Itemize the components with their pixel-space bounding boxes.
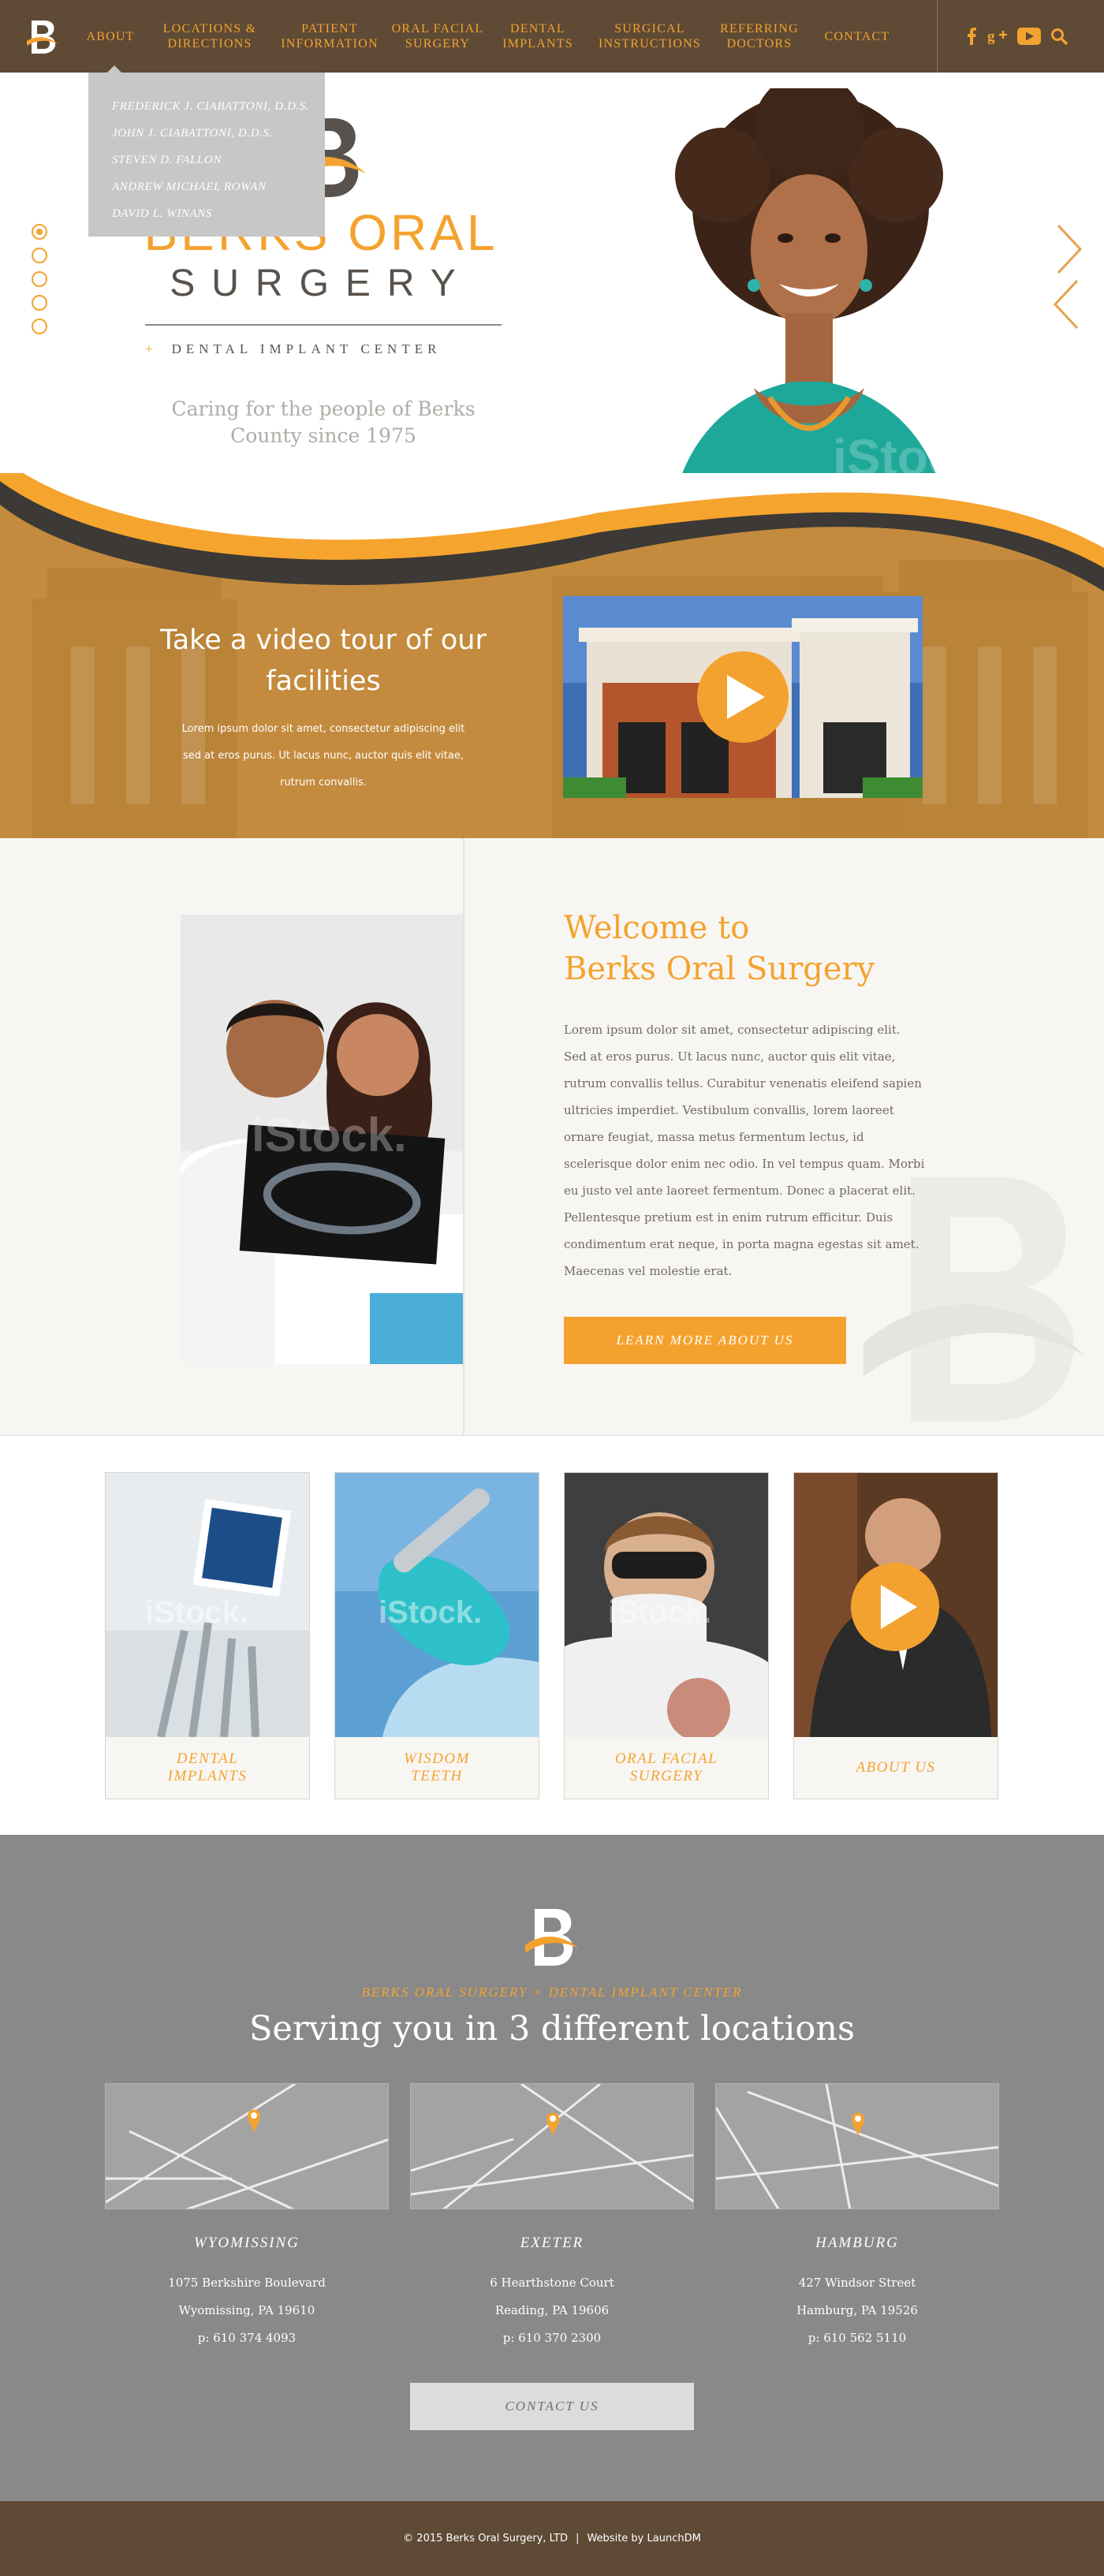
dental-implants-image: iStock.	[106, 1473, 309, 1737]
nav-item-referring-doctors[interactable]: REFERRING DOCTORS	[716, 0, 803, 73]
svg-text:iStock.: iStock.	[608, 1595, 711, 1630]
slider-dot[interactable]	[32, 248, 47, 263]
dropdown-item[interactable]: DAVID L. WINANS	[112, 200, 325, 227]
welcome-photo: iStock.	[181, 915, 463, 1364]
nav-item-surgical-instructions[interactable]: SURGICAL INSTRUCTIONS	[595, 0, 705, 73]
slider-dot[interactable]	[32, 224, 47, 240]
footer-credit-link[interactable]: Website by LaunchDM	[587, 2533, 700, 2544]
welcome-body: Lorem ipsum dolor sit amet, consectetur …	[564, 1023, 925, 1278]
service-label: DENTAL IMPLANTS	[167, 1750, 248, 1784]
tour-description: Lorem ipsum dolor sit amet, consectetur …	[181, 723, 465, 788]
location-name: WYOMISSING	[194, 2235, 300, 2251]
brand-subtitle: + DENTAL IMPLANT CENTER	[145, 341, 502, 358]
wisdom-teeth-image: iStock.	[335, 1473, 539, 1737]
tour-title: Take a video tour of our facilities	[160, 624, 487, 697]
svg-text:iStock.: iStock.	[379, 1595, 482, 1630]
service-card-oral-facial-surgery[interactable]: iStock. ORAL FACIAL SURGERY	[564, 1472, 769, 1799]
service-card-wisdom-teeth[interactable]: iStock. WISDOM TEETH	[334, 1472, 539, 1799]
welcome-title: Welcome to Berks Oral Surgery	[564, 908, 875, 990]
footer: © 2015 Berks Oral Surgery, LTD | Website…	[0, 2501, 1104, 2576]
services-section: iStock. DENTAL IMPLANTS iStock. WISDOM T…	[0, 1437, 1104, 1835]
location-address: 6 Hearthstone Court	[490, 2276, 614, 2290]
svg-text:iStock.: iStock.	[145, 1595, 248, 1630]
tour-video-thumbnail[interactable]	[563, 596, 923, 798]
location-phone[interactable]: p: 610 374 4093	[105, 2324, 389, 2352]
location-city: Hamburg, PA 19526	[796, 2303, 918, 2317]
footer-copyright: © 2015 Berks Oral Surgery, LTD	[403, 2533, 569, 2544]
brand-name-line2: SURGERY	[170, 263, 472, 304]
nav-item-patient-information[interactable]: PATIENT INFORMATION	[274, 0, 385, 73]
location-exeter: EXETER 6 Hearthstone Court Reading, PA 1…	[410, 2083, 694, 2352]
map-hamburg[interactable]	[715, 2083, 999, 2209]
location-name: HAMBURG	[815, 2235, 899, 2251]
nav-item-oral-facial-surgery[interactable]: ORAL FACIAL SURGERY	[386, 0, 489, 73]
slider-dot[interactable]	[32, 271, 47, 287]
location-name: EXETER	[520, 2235, 584, 2251]
welcome-divider	[463, 838, 464, 1435]
location-city: Reading, PA 19606	[494, 2303, 610, 2317]
location-address: 427 Windsor Street	[798, 2276, 916, 2290]
location-wyomissing: WYOMISSING 1075 Berkshire Boulevard Wyom…	[105, 2083, 389, 2352]
youtube-icon[interactable]	[1016, 24, 1042, 49]
slider-dot[interactable]	[32, 295, 47, 311]
location-hamburg: HAMBURG 427 Windsor Street Hamburg, PA 1…	[715, 2083, 999, 2352]
learn-more-button[interactable]: LEARN MORE ABOUT US	[564, 1317, 846, 1364]
locations-kicker: BERKS ORAL SURGERY + DENTAL IMPLANT CENT…	[361, 1985, 743, 2000]
oral-facial-surgery-image: iStock.	[565, 1473, 768, 1737]
dropdown-item[interactable]: ANDREW MICHAEL ROWAN	[112, 173, 325, 200]
about-us-video-image	[794, 1473, 998, 1737]
location-phone[interactable]: p: 610 370 2300	[410, 2324, 694, 2352]
welcome-title-line1: Welcome to	[564, 910, 750, 946]
locations-logo-icon	[525, 1909, 579, 1966]
top-nav: ABOUT LOCATIONS & DIRECTIONS PATIENT INF…	[0, 0, 1104, 73]
service-label: WISDOM TEETH	[404, 1750, 470, 1784]
locations-section: BERKS ORAL SURGERY + DENTAL IMPLANT CENT…	[0, 1835, 1104, 2501]
svg-text:g: g	[987, 28, 995, 45]
dropdown-item[interactable]: JOHN J. CIABATTONI, D.D.S.	[112, 120, 325, 147]
brand-rule	[145, 324, 502, 326]
svg-text:iStock.: iStock.	[252, 1109, 407, 1161]
locations-heading: Serving you in 3 different locations	[248, 2009, 856, 2048]
next-arrow-icon[interactable]	[1054, 224, 1085, 274]
nav-item-about[interactable]: ABOUT	[85, 0, 136, 73]
hero-tagline: Caring for the people of Berks County si…	[171, 397, 476, 447]
slider-dot[interactable]	[32, 319, 47, 334]
nav-item-dental-implants[interactable]: DENTAL IMPLANTS	[498, 0, 577, 73]
location-address: 1075 Berkshire Boulevard	[168, 2276, 326, 2290]
welcome-section: iStock. Welcome to Berks Oral Surgery Lo…	[0, 838, 1104, 1436]
service-label: ORAL FACIAL SURGERY	[614, 1750, 718, 1784]
service-card-about-us[interactable]: ABOUT US	[793, 1472, 998, 1799]
prev-arrow-icon[interactable]	[1050, 279, 1082, 330]
brand-subtitle-text: DENTAL IMPLANT CENTER	[171, 341, 442, 356]
nav-divider	[937, 0, 938, 73]
video-tour-section: Take a video tour of our facilities Lore…	[0, 473, 1104, 838]
about-dropdown: FREDERICK J. CIABATTONI, D.D.S. JOHN J. …	[88, 65, 325, 237]
location-phone[interactable]: p: 610 562 5110	[715, 2324, 999, 2352]
nav-item-locations[interactable]: LOCATIONS & DIRECTIONS	[155, 0, 265, 73]
map-exeter[interactable]	[410, 2083, 694, 2209]
brand-plus: +	[145, 341, 158, 356]
location-city: Wyomissing, PA 19610	[178, 2303, 315, 2317]
logo[interactable]	[25, 17, 60, 55]
nav-item-contact[interactable]: CONTACT	[822, 0, 893, 73]
footer-separator: |	[576, 2533, 580, 2544]
search-icon[interactable]	[1049, 24, 1069, 49]
facebook-icon[interactable]	[964, 24, 979, 49]
map-wyomissing[interactable]	[105, 2083, 389, 2209]
dropdown-item[interactable]: STEVEN D. FALLON	[112, 147, 325, 173]
contact-us-button[interactable]: CONTACT US	[410, 2383, 694, 2430]
service-card-dental-implants[interactable]: iStock. DENTAL IMPLANTS	[105, 1472, 310, 1799]
welcome-title-line2: Berks Oral Surgery	[564, 951, 875, 987]
dropdown-item[interactable]: FREDERICK J. CIABATTONI, D.D.S.	[112, 93, 325, 120]
slider-dots	[32, 224, 47, 342]
google-plus-icon[interactable]: g	[986, 24, 1009, 49]
service-label: ABOUT US	[856, 1759, 936, 1776]
